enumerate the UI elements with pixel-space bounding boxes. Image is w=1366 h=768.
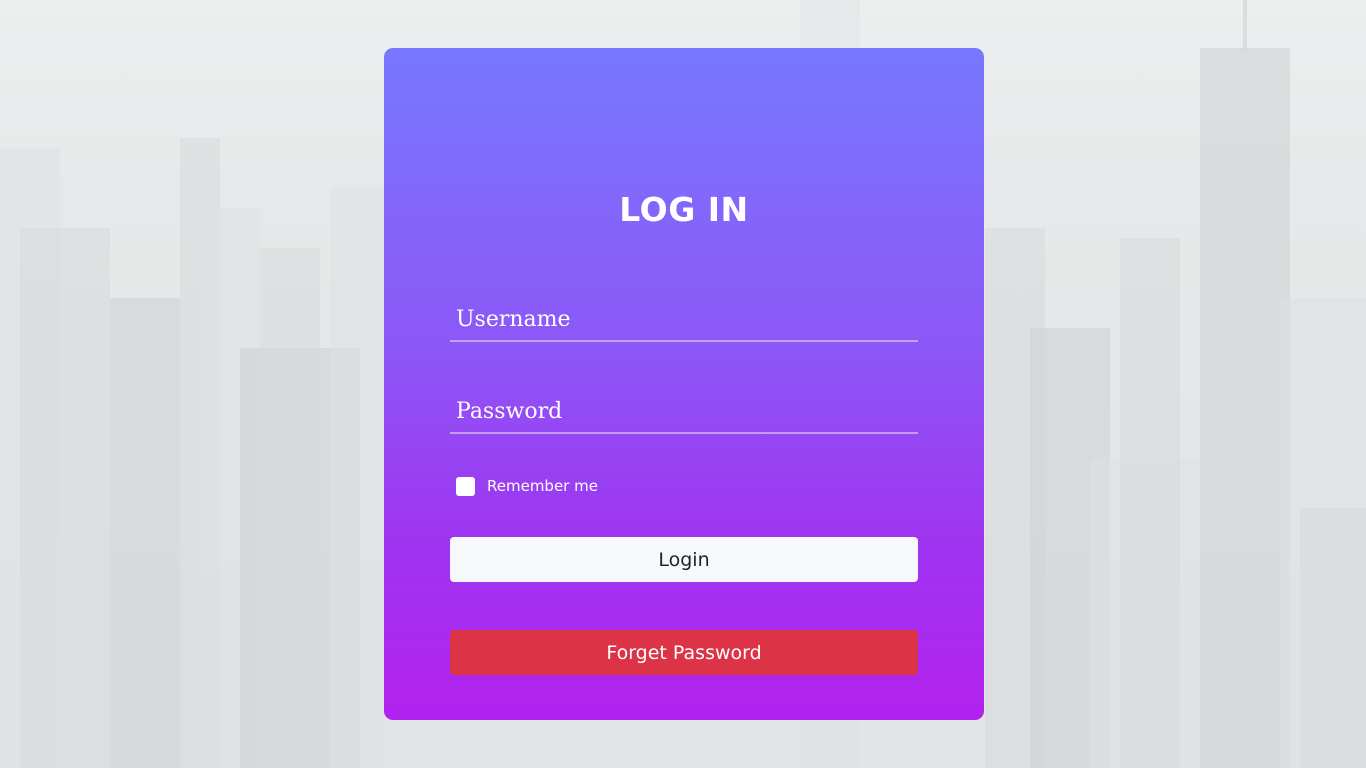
remember-me-option[interactable]: Remember me xyxy=(456,476,598,496)
username-field xyxy=(450,298,918,342)
password-field xyxy=(450,390,918,434)
login-button[interactable]: Login xyxy=(450,537,918,582)
login-card: LOG IN Remember me Login Forget Password xyxy=(384,48,984,720)
remember-me-label: Remember me xyxy=(487,477,598,495)
login-title: LOG IN xyxy=(619,190,749,229)
password-input[interactable] xyxy=(450,390,918,432)
remember-me-checkbox[interactable] xyxy=(456,476,475,496)
username-input[interactable] xyxy=(450,298,918,340)
forget-password-button[interactable]: Forget Password xyxy=(450,630,918,675)
